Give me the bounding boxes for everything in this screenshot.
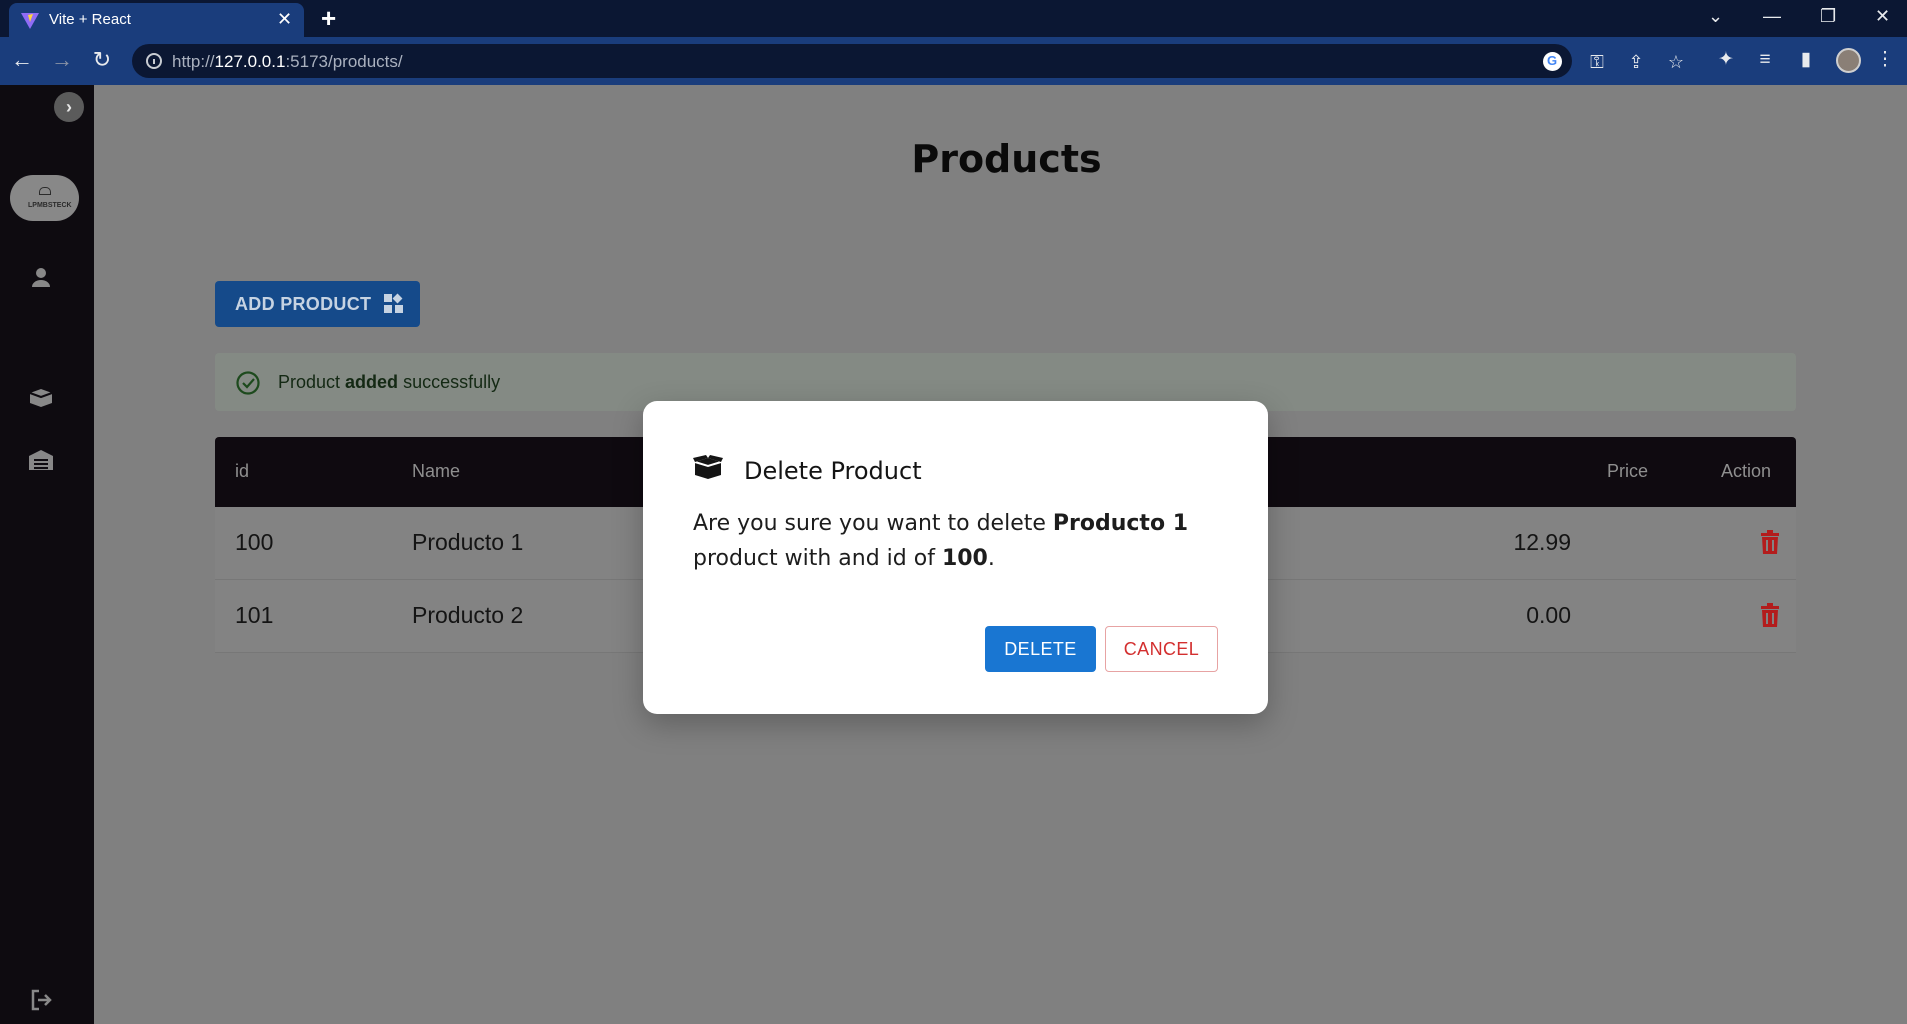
address-bar[interactable]: http://127.0.0.1:5173/products/ ⚿ ⇪ ☆ — [132, 44, 1684, 78]
close-window-icon[interactable]: ✕ — [1875, 4, 1890, 28]
key-icon[interactable]: ⚿ — [1585, 50, 1609, 74]
site-info-icon[interactable] — [146, 53, 162, 69]
dialog-message: Are you sure you want to delete Producto… — [693, 511, 1189, 571]
header-price[interactable]: Price — [1607, 461, 1648, 482]
cell-name: Producto 2 — [412, 602, 524, 628]
header-action: Action — [1721, 461, 1772, 481]
header-id[interactable]: id — [235, 461, 249, 482]
new-tab-button[interactable]: + — [321, 4, 336, 32]
minimize-icon[interactable]: — — [1763, 4, 1781, 28]
app-logo[interactable]: LPMBSTECK — [10, 175, 79, 221]
sidebar: › LPMBSTECK — [0, 85, 94, 1024]
alert-message: Product added successfully — [278, 372, 501, 392]
header-name[interactable]: Name — [412, 461, 460, 482]
url-text: http://127.0.0.1:5173/products/ — [172, 52, 403, 71]
cell-price: 0.00 — [1526, 602, 1571, 628]
add-product-label: ADD PRODUCT — [235, 294, 372, 314]
add-product-button[interactable]: ADD PRODUCT — [215, 281, 420, 327]
sidebar-expand-chevron-icon[interactable]: › — [54, 92, 84, 122]
bookmark-star-icon[interactable]: ☆ — [1664, 50, 1688, 74]
back-icon[interactable]: ← — [8, 46, 36, 74]
box-icon[interactable] — [26, 383, 56, 413]
media-queue-icon[interactable]: ≡ — [1752, 47, 1778, 73]
tab-close-icon[interactable]: ✕ — [277, 9, 292, 29]
extensions-icon[interactable]: ✦ — [1713, 47, 1739, 73]
reload-icon[interactable]: ↻ — [88, 46, 116, 74]
cell-price: 12.99 — [1513, 529, 1571, 555]
check-circle-icon — [236, 371, 260, 395]
browser-toolbar: ← → ↻ http://127.0.0.1:5173/products/ ⚿ … — [0, 37, 1907, 85]
share-icon[interactable]: ⇪ — [1624, 50, 1648, 74]
logo-text: LPMBSTECK — [28, 202, 72, 209]
box-open-icon — [693, 455, 723, 479]
dialog-title: Delete Product — [744, 457, 922, 485]
add-widget-icon — [384, 293, 403, 313]
trash-icon[interactable] — [1758, 602, 1782, 628]
delete-product-dialog: Delete Product Are you sure you want to … — [643, 401, 1268, 714]
delete-button[interactable]: DELETE — [985, 626, 1096, 672]
browser-titlebar: Vite + React ✕ + ⌄ — ❐ ✕ — [0, 0, 1907, 37]
side-panel-icon[interactable]: ▮ — [1793, 47, 1819, 73]
restore-icon[interactable]: ❐ — [1820, 4, 1836, 28]
forward-icon[interactable]: → — [48, 46, 76, 74]
warehouse-icon[interactable] — [26, 445, 56, 475]
page-title: Products — [911, 137, 1102, 181]
logout-icon[interactable] — [26, 985, 56, 1015]
menu-kebab-icon[interactable]: ⋮ — [1872, 47, 1898, 73]
google-icon[interactable] — [1543, 52, 1562, 71]
tab-search-icon[interactable]: ⌄ — [1708, 4, 1723, 28]
user-icon[interactable] — [26, 263, 56, 293]
cell-id: 100 — [235, 529, 274, 555]
profile-avatar[interactable] — [1836, 48, 1861, 73]
cell-id: 101 — [235, 602, 274, 628]
logo-mark — [39, 187, 51, 195]
browser-tab[interactable]: Vite + React ✕ — [9, 3, 304, 37]
tab-title: Vite + React — [49, 11, 131, 28]
cancel-button[interactable]: CANCEL — [1105, 626, 1218, 672]
vite-logo-icon — [21, 13, 39, 29]
cell-name: Producto 1 — [412, 529, 524, 555]
trash-icon[interactable] — [1758, 529, 1782, 555]
